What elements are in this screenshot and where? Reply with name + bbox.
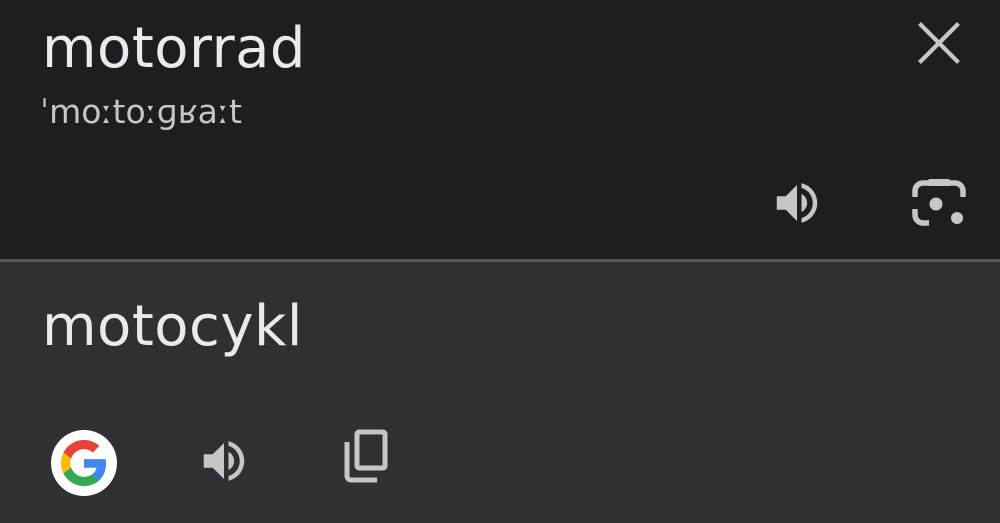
- close-button[interactable]: [910, 14, 968, 72]
- translated-word[interactable]: motocykl: [42, 294, 303, 359]
- google-lens-icon: [911, 177, 967, 229]
- google-search-button[interactable]: [51, 430, 117, 496]
- google-g-icon: [61, 440, 107, 486]
- close-icon: [917, 21, 961, 65]
- source-word[interactable]: motorrad: [42, 16, 306, 81]
- listen-source-button[interactable]: [766, 172, 828, 234]
- lens-button[interactable]: [906, 172, 972, 234]
- source-panel: motorrad ˈmoːtoːɡʁaːt: [0, 0, 1000, 259]
- copy-icon: [338, 428, 392, 486]
- phonetic-transcription: ˈmoːtoːɡʁaːt: [40, 92, 242, 131]
- volume-up-icon: [770, 176, 824, 230]
- copy-button[interactable]: [334, 426, 396, 488]
- listen-translation-button[interactable]: [193, 430, 255, 492]
- volume-up-icon: [197, 434, 251, 488]
- target-panel: motocykl: [0, 262, 1000, 523]
